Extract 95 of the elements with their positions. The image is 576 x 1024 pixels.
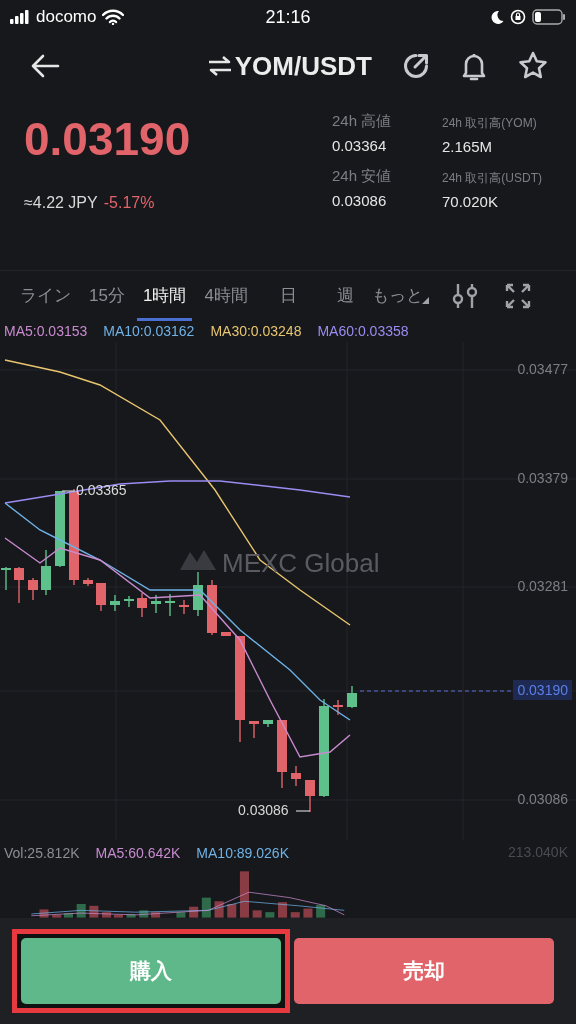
candlestick — [1, 566, 11, 591]
ma-legend-label: MA5:0.03153 — [4, 323, 88, 339]
candlestick — [137, 592, 147, 618]
volume-bar — [265, 912, 275, 918]
candlestick — [110, 594, 120, 612]
volume-legend-label: MA5:60.642K — [95, 844, 181, 861]
volume-bar — [201, 898, 211, 918]
battery-icon — [532, 9, 566, 25]
leader-line — [61, 490, 76, 492]
carrier-name: docomo — [36, 7, 97, 27]
candlestick — [249, 720, 259, 739]
rotation-lock-icon — [510, 9, 526, 25]
candlestick — [165, 593, 175, 617]
stat-value: 0.03086 — [332, 192, 388, 209]
volume-bar — [278, 902, 288, 918]
timeframe-tab[interactable]: もっと — [365, 270, 429, 321]
candlestick — [347, 685, 357, 709]
candlestick — [333, 699, 343, 716]
timeframe-tab[interactable]: ライン — [14, 270, 77, 321]
stat-label: 24h 安値 — [332, 167, 393, 186]
current-price-tag: 0.03190 — [513, 680, 572, 700]
candlestick — [179, 599, 189, 615]
expand-icon — [504, 282, 531, 309]
stat-label: 24h 取引高(USDT) — [442, 170, 543, 187]
candlestick — [83, 577, 93, 587]
price-axis-label: 0.03379 — [517, 470, 568, 486]
candlestick — [291, 765, 301, 787]
timeframe-tab[interactable]: 1時間 — [136, 270, 193, 321]
candlestick — [14, 566, 24, 604]
pair-title[interactable]: YOM/USDT — [234, 50, 372, 82]
volume-bar — [176, 912, 186, 918]
notification-button[interactable] — [460, 51, 488, 81]
volume-legend-label: Vol:25.812K — [4, 844, 80, 861]
volume-bar — [303, 908, 313, 918]
candlestick — [96, 582, 106, 612]
price-axis-label: 0.03086 — [517, 791, 568, 807]
price-change: -5.17% — [103, 194, 155, 212]
sliders-icon — [450, 281, 479, 310]
stat-label: 24h 高値 — [332, 112, 393, 131]
candlestick — [207, 579, 217, 636]
volume-bar — [290, 912, 300, 918]
leader-line — [295, 810, 311, 812]
timeframe-tab[interactable]: 週 — [330, 270, 360, 321]
volume-bar — [316, 905, 326, 918]
bell-icon — [460, 51, 488, 81]
stat-label: 24h 取引高(YOM) — [442, 115, 538, 132]
candlestick — [124, 595, 134, 608]
signal-icon — [10, 10, 30, 24]
timeframe-tab[interactable]: 4時間 — [198, 270, 254, 321]
indicator-button[interactable] — [450, 281, 479, 310]
stat-value: 2.165M — [442, 138, 494, 155]
fullscreen-button[interactable] — [504, 282, 531, 309]
star-icon — [518, 51, 548, 81]
volume-bar — [139, 910, 149, 918]
volume-bar — [252, 910, 262, 918]
volume-bar — [39, 909, 49, 918]
fiat-value: ≈4.22 JPY — [24, 194, 98, 212]
favorite-button[interactable] — [518, 51, 548, 81]
volume-bar — [214, 901, 224, 918]
candlestick — [28, 577, 38, 601]
volume-bar — [189, 907, 199, 918]
candlestick — [221, 631, 231, 637]
volume-bar — [151, 912, 161, 918]
stat-value: 0.03364 — [332, 137, 388, 154]
watermark-logo-icon — [180, 550, 216, 570]
share-button[interactable] — [402, 52, 430, 80]
back-button[interactable] — [30, 54, 60, 78]
volume-bar — [239, 871, 249, 918]
candlestick — [263, 719, 273, 728]
stat-value: 70.020K — [442, 193, 499, 210]
wifi-icon — [102, 9, 125, 25]
back-arrow-icon — [30, 54, 60, 78]
ma-legend-label: MA10:0.03162 — [103, 323, 195, 339]
share-icon — [402, 52, 430, 80]
volume-legend-label: MA10:89.026K — [196, 844, 289, 861]
candlestick — [193, 571, 203, 617]
last-price: 0.03190 — [24, 112, 191, 166]
candlestick — [277, 719, 287, 789]
ma-legend-label: MA30:0.03248 — [210, 323, 302, 339]
volume-bar — [227, 904, 237, 918]
ma-legend-label: MA60:0.03358 — [317, 323, 409, 339]
price-axis-label: 0.03281 — [517, 578, 568, 594]
candlestick — [151, 594, 161, 614]
timeframe-tab[interactable]: 日 — [273, 270, 303, 321]
candlestick — [41, 549, 51, 596]
timeframe-tab[interactable]: 15分 — [83, 270, 131, 321]
volume-bar — [89, 906, 99, 918]
volume-bar — [76, 904, 86, 918]
low-price-label: 0.03086 — [238, 802, 289, 818]
swap-arrows-icon[interactable] — [207, 55, 232, 77]
moon-icon — [490, 10, 504, 24]
clock-time: 21:16 — [264, 6, 312, 28]
sell-button[interactable]: 売却 — [294, 938, 554, 1004]
candlestick — [305, 779, 315, 813]
price-axis-label: 0.03477 — [517, 361, 568, 377]
